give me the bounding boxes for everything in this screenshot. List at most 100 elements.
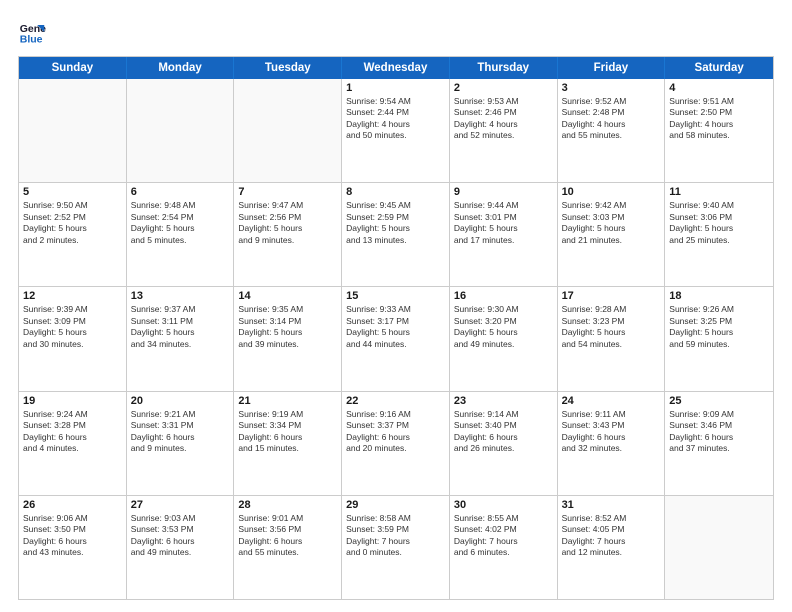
calendar-header: SundayMondayTuesdayWednesdayThursdayFrid… <box>19 57 773 79</box>
cell-text: Sunrise: 9:09 AM Sunset: 3:46 PM Dayligh… <box>669 409 769 455</box>
cell-text: Sunrise: 9:24 AM Sunset: 3:28 PM Dayligh… <box>23 409 122 455</box>
weekday-header: Thursday <box>450 57 558 79</box>
day-number: 27 <box>131 499 230 511</box>
day-number: 15 <box>346 290 445 302</box>
day-number: 31 <box>562 499 661 511</box>
calendar-cell: 31 Sunrise: 8:52 AM Sunset: 4:05 PM Dayli… <box>558 496 666 599</box>
cell-text: Sunrise: 9:51 AM Sunset: 2:50 PM Dayligh… <box>669 96 769 142</box>
svg-text:Blue: Blue <box>20 34 43 46</box>
calendar-cell: 29 Sunrise: 8:58 AM Sunset: 3:59 PM Dayli… <box>342 496 450 599</box>
day-number: 3 <box>562 82 661 94</box>
calendar-cell: 28Sunrise: 9:01 AM Sunset: 3:56 PM Dayli… <box>234 496 342 599</box>
calendar-row: 5 Sunrise: 9:50 AM Sunset: 2:52 PM Daylig… <box>19 183 773 287</box>
cell-text: Sunrise: 8:58 AM Sunset: 3:59 PM Dayligh… <box>346 513 445 559</box>
calendar-cell: 7 Sunrise: 9:47 AM Sunset: 2:56 PM Daylig… <box>234 183 342 286</box>
day-number: 12 <box>23 290 122 302</box>
weekday-header: Monday <box>127 57 235 79</box>
cell-text: Sunrise: 9:03 AM Sunset: 3:53 PM Dayligh… <box>131 513 230 559</box>
day-number: 13 <box>131 290 230 302</box>
day-number: 29 <box>346 499 445 511</box>
calendar-cell: 20 Sunrise: 9:21 AM Sunset: 3:31 PM Dayli… <box>127 392 235 495</box>
day-number: 11 <box>669 186 769 198</box>
cell-text: Sunrise: 9:21 AM Sunset: 3:31 PM Dayligh… <box>131 409 230 455</box>
calendar-cell: 12Sunrise: 9:39 AM Sunset: 3:09 PM Dayli… <box>19 287 127 390</box>
day-number: 7 <box>238 186 337 198</box>
calendar-cell: 21Sunrise: 9:19 AM Sunset: 3:34 PM Dayli… <box>234 392 342 495</box>
calendar-cell: 9 Sunrise: 9:44 AM Sunset: 3:01 PM Daylig… <box>450 183 558 286</box>
day-number: 26 <box>23 499 122 511</box>
weekday-header: Saturday <box>665 57 773 79</box>
cell-text: Sunrise: 9:52 AM Sunset: 2:48 PM Dayligh… <box>562 96 661 142</box>
calendar-cell: 8 Sunrise: 9:45 AM Sunset: 2:59 PM Daylig… <box>342 183 450 286</box>
calendar-cell: 4 Sunrise: 9:51 AM Sunset: 2:50 PM Daylig… <box>665 79 773 182</box>
cell-text: Sunrise: 9:30 AM Sunset: 3:20 PM Dayligh… <box>454 304 553 350</box>
calendar-row: 12Sunrise: 9:39 AM Sunset: 3:09 PM Dayli… <box>19 287 773 391</box>
calendar-body: 1Sunrise: 9:54 AM Sunset: 2:44 PM Daylig… <box>19 79 773 599</box>
cell-text: Sunrise: 9:48 AM Sunset: 2:54 PM Dayligh… <box>131 200 230 246</box>
day-number: 8 <box>346 186 445 198</box>
cell-text: Sunrise: 9:28 AM Sunset: 3:23 PM Dayligh… <box>562 304 661 350</box>
cell-text: Sunrise: 8:55 AM Sunset: 4:02 PM Dayligh… <box>454 513 553 559</box>
logo-icon: General Blue <box>18 18 46 46</box>
day-number: 5 <box>23 186 122 198</box>
calendar-cell: 18 Sunrise: 9:26 AM Sunset: 3:25 PM Dayli… <box>665 287 773 390</box>
calendar-cell: 14 Sunrise: 9:35 AM Sunset: 3:14 PM Dayli… <box>234 287 342 390</box>
cell-text: Sunrise: 9:33 AM Sunset: 3:17 PM Dayligh… <box>346 304 445 350</box>
day-number: 9 <box>454 186 553 198</box>
calendar-cell: 24Sunrise: 9:11 AM Sunset: 3:43 PM Dayli… <box>558 392 666 495</box>
cell-text: Sunrise: 9:42 AM Sunset: 3:03 PM Dayligh… <box>562 200 661 246</box>
cell-text: Sunrise: 9:26 AM Sunset: 3:25 PM Dayligh… <box>669 304 769 350</box>
cell-text: Sunrise: 9:01 AM Sunset: 3:56 PM Dayligh… <box>238 513 337 559</box>
header: General Blue <box>18 18 774 46</box>
day-number: 17 <box>562 290 661 302</box>
day-number: 10 <box>562 186 661 198</box>
weekday-header: Sunday <box>19 57 127 79</box>
cell-text: Sunrise: 9:47 AM Sunset: 2:56 PM Dayligh… <box>238 200 337 246</box>
day-number: 20 <box>131 395 230 407</box>
cell-text: Sunrise: 9:14 AM Sunset: 3:40 PM Dayligh… <box>454 409 553 455</box>
day-number: 6 <box>131 186 230 198</box>
day-number: 22 <box>346 395 445 407</box>
logo: General Blue <box>18 18 46 46</box>
calendar-cell: 13Sunrise: 9:37 AM Sunset: 3:11 PM Dayli… <box>127 287 235 390</box>
weekday-header: Tuesday <box>234 57 342 79</box>
cell-text: Sunrise: 9:06 AM Sunset: 3:50 PM Dayligh… <box>23 513 122 559</box>
calendar-cell: 6 Sunrise: 9:48 AM Sunset: 2:54 PM Daylig… <box>127 183 235 286</box>
day-number: 18 <box>669 290 769 302</box>
calendar-cell: 11 Sunrise: 9:40 AM Sunset: 3:06 PM Dayli… <box>665 183 773 286</box>
weekday-header: Friday <box>558 57 666 79</box>
cell-text: Sunrise: 9:44 AM Sunset: 3:01 PM Dayligh… <box>454 200 553 246</box>
day-number: 25 <box>669 395 769 407</box>
calendar: SundayMondayTuesdayWednesdayThursdayFrid… <box>18 56 774 600</box>
day-number: 14 <box>238 290 337 302</box>
calendar-cell: 25 Sunrise: 9:09 AM Sunset: 3:46 PM Dayli… <box>665 392 773 495</box>
page: General Blue SundayMondayTuesdayWednesda… <box>0 0 792 612</box>
calendar-cell: 17 Sunrise: 9:28 AM Sunset: 3:23 PM Dayli… <box>558 287 666 390</box>
day-number: 19 <box>23 395 122 407</box>
calendar-row: 1Sunrise: 9:54 AM Sunset: 2:44 PM Daylig… <box>19 79 773 183</box>
cell-text: Sunrise: 9:40 AM Sunset: 3:06 PM Dayligh… <box>669 200 769 246</box>
calendar-cell: 23 Sunrise: 9:14 AM Sunset: 3:40 PM Dayli… <box>450 392 558 495</box>
calendar-row: 26 Sunrise: 9:06 AM Sunset: 3:50 PM Dayli… <box>19 496 773 599</box>
calendar-row: 19 Sunrise: 9:24 AM Sunset: 3:28 PM Dayli… <box>19 392 773 496</box>
cell-text: Sunrise: 9:35 AM Sunset: 3:14 PM Dayligh… <box>238 304 337 350</box>
calendar-cell: 22 Sunrise: 9:16 AM Sunset: 3:37 PM Dayli… <box>342 392 450 495</box>
cell-text: Sunrise: 9:11 AM Sunset: 3:43 PM Dayligh… <box>562 409 661 455</box>
cell-text: Sunrise: 8:52 AM Sunset: 4:05 PM Dayligh… <box>562 513 661 559</box>
calendar-cell: 27 Sunrise: 9:03 AM Sunset: 3:53 PM Dayli… <box>127 496 235 599</box>
calendar-cell: 3 Sunrise: 9:52 AM Sunset: 2:48 PM Daylig… <box>558 79 666 182</box>
cell-text: Sunrise: 9:53 AM Sunset: 2:46 PM Dayligh… <box>454 96 553 142</box>
calendar-cell: 30 Sunrise: 8:55 AM Sunset: 4:02 PM Dayli… <box>450 496 558 599</box>
calendar-cell: 16Sunrise: 9:30 AM Sunset: 3:20 PM Dayli… <box>450 287 558 390</box>
day-number: 2 <box>454 82 553 94</box>
cell-text: Sunrise: 9:45 AM Sunset: 2:59 PM Dayligh… <box>346 200 445 246</box>
day-number: 23 <box>454 395 553 407</box>
cell-text: Sunrise: 9:50 AM Sunset: 2:52 PM Dayligh… <box>23 200 122 246</box>
calendar-cell: 1Sunrise: 9:54 AM Sunset: 2:44 PM Daylig… <box>342 79 450 182</box>
day-number: 4 <box>669 82 769 94</box>
calendar-cell <box>234 79 342 182</box>
cell-text: Sunrise: 9:19 AM Sunset: 3:34 PM Dayligh… <box>238 409 337 455</box>
cell-text: Sunrise: 9:16 AM Sunset: 3:37 PM Dayligh… <box>346 409 445 455</box>
day-number: 30 <box>454 499 553 511</box>
calendar-cell: 5 Sunrise: 9:50 AM Sunset: 2:52 PM Daylig… <box>19 183 127 286</box>
